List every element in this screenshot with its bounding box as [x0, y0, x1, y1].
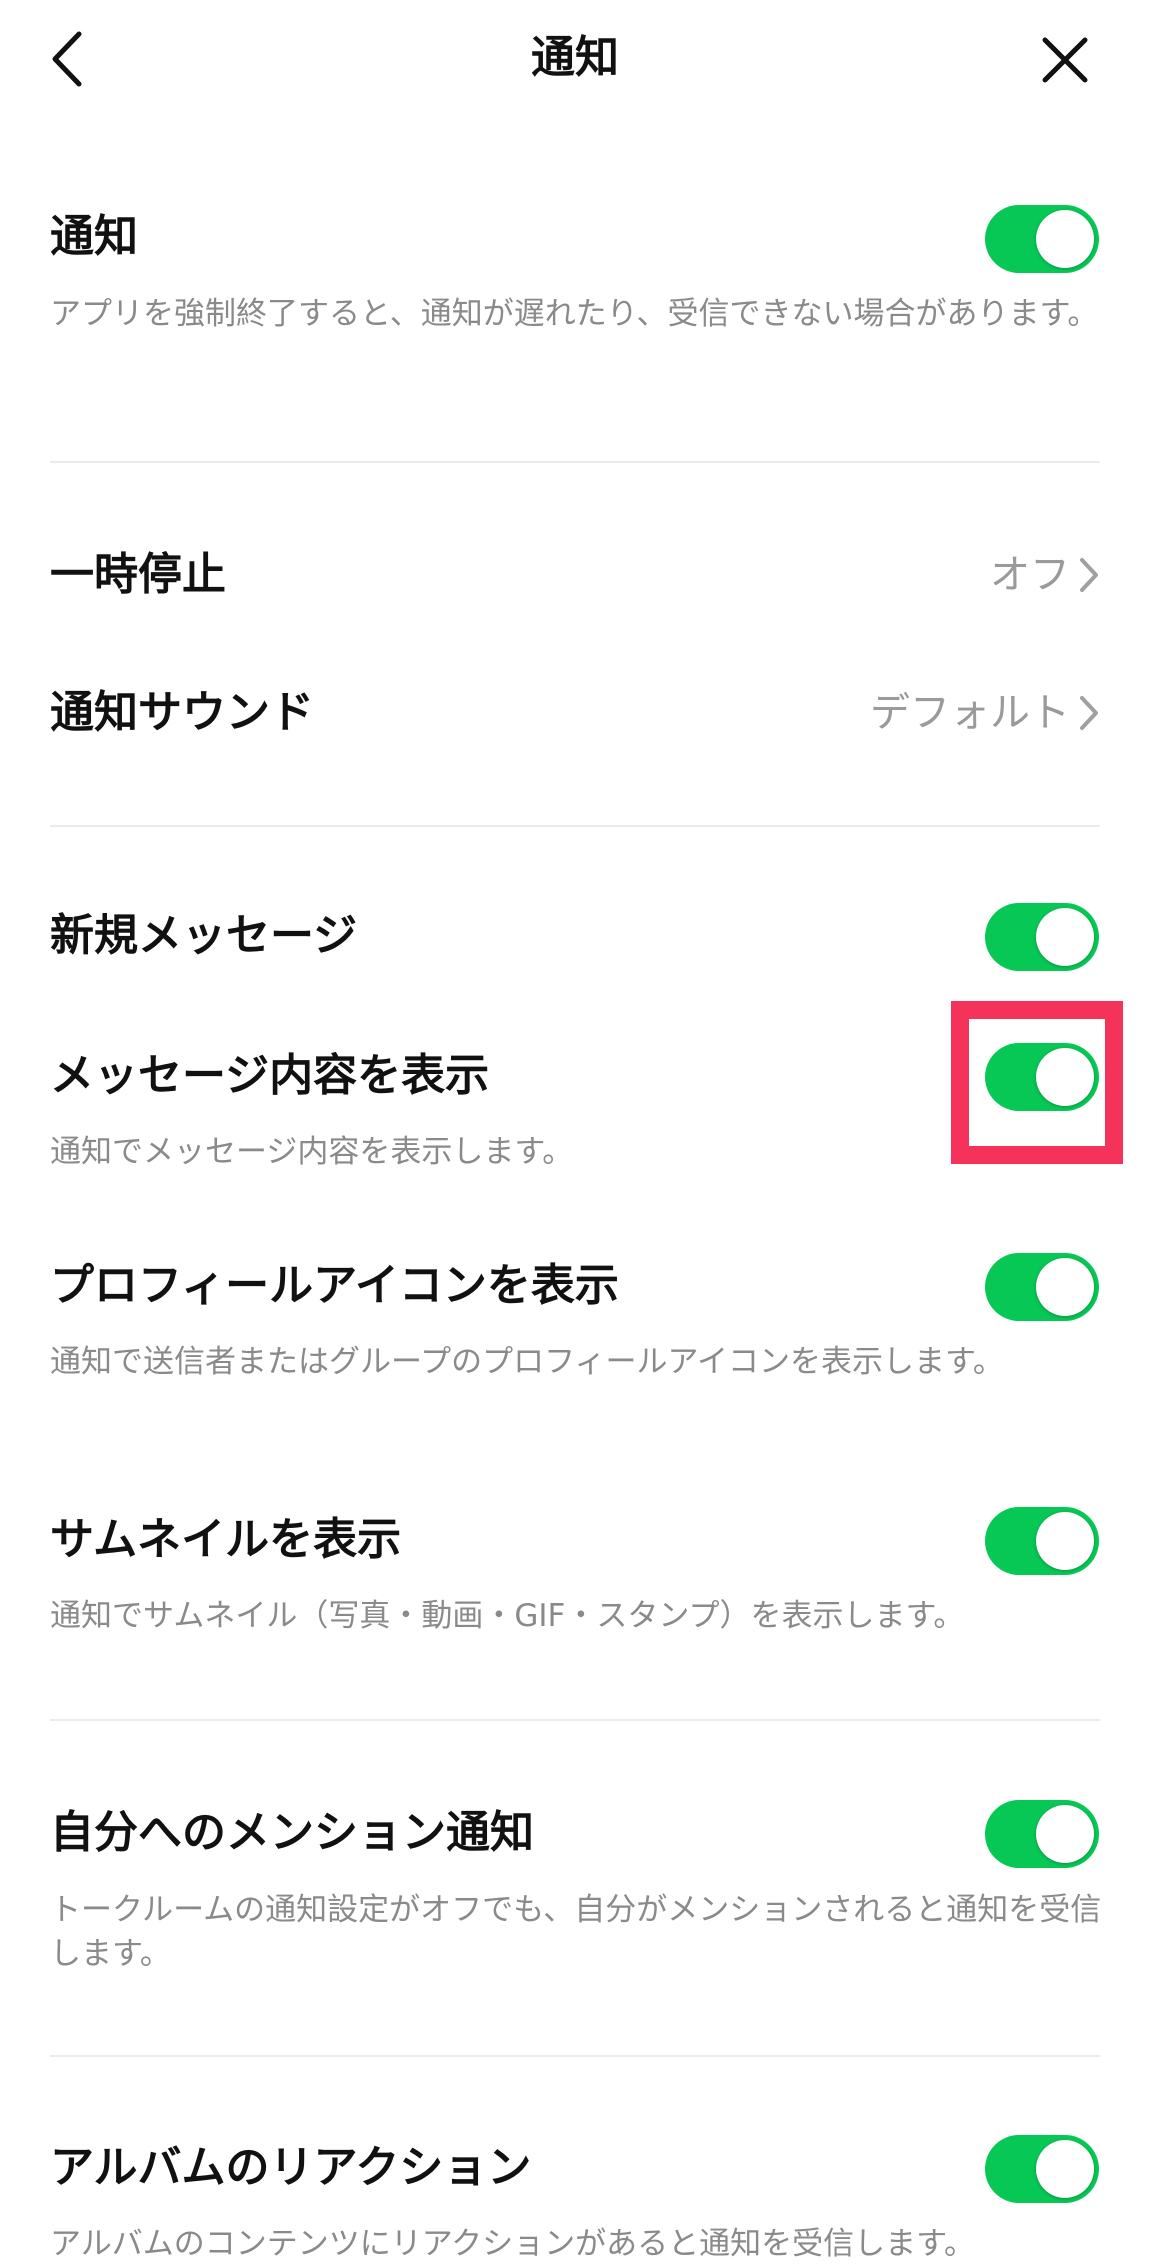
- sound-row[interactable]: 通知サウンド デフォルト: [0, 663, 1150, 763]
- show-content-description: 通知でメッセージ内容を表示します。: [50, 1134, 574, 1170]
- pause-value: オフ: [990, 552, 1070, 598]
- notification-description: アプリを強制終了すると、通知が遅れたり、受信できない場合があります。: [50, 296, 1099, 332]
- notification-toggle[interactable]: [985, 205, 1099, 273]
- toggle-knob: [1036, 1805, 1094, 1863]
- page-title: 通知: [531, 32, 619, 83]
- sound-value: デフォルト: [870, 690, 1070, 736]
- album-reaction-toggle[interactable]: [985, 2135, 1099, 2203]
- toggle-knob: [1036, 908, 1094, 966]
- new-message-title: 新規メッセージ: [50, 910, 358, 961]
- divider: [50, 2055, 1100, 2057]
- pause-row[interactable]: 一時停止 オフ: [0, 525, 1150, 625]
- show-content-toggle[interactable]: [985, 1043, 1099, 1111]
- close-button[interactable]: [1035, 30, 1095, 90]
- album-reaction-description: アルバムのコンテンツにリアクションがあると通知を受信します。: [50, 2226, 976, 2262]
- show-content-title: メッセージ内容を表示: [50, 1050, 490, 1101]
- divider: [50, 825, 1100, 827]
- toggle-knob: [1036, 2140, 1094, 2198]
- show-thumbnail-title: サムネイルを表示: [50, 1514, 402, 1565]
- mention-toggle[interactable]: [985, 1800, 1099, 1868]
- album-reaction-title: アルバムのリアクション: [50, 2142, 532, 2193]
- show-thumbnail-toggle[interactable]: [985, 1507, 1099, 1575]
- toggle-knob: [1036, 1512, 1094, 1570]
- chevron-right-icon: [1080, 696, 1098, 730]
- divider: [50, 461, 1100, 463]
- toggle-knob: [1036, 210, 1094, 268]
- sound-title: 通知サウンド: [50, 687, 314, 738]
- notification-title: 通知: [50, 211, 138, 262]
- new-message-toggle[interactable]: [985, 903, 1099, 971]
- mention-title: 自分へのメンション通知: [50, 1807, 534, 1858]
- pause-title: 一時停止: [50, 549, 226, 600]
- show-profile-icon-toggle[interactable]: [985, 1253, 1099, 1321]
- chevron-right-icon: [1080, 558, 1098, 592]
- show-profile-icon-title: プロフィールアイコンを表示: [50, 1260, 619, 1311]
- toggle-knob: [1036, 1048, 1094, 1106]
- show-profile-icon-description: 通知で送信者またはグループのプロフィールアイコンを表示します。: [50, 1344, 1004, 1380]
- mention-description: トークルームの通知設定がオフでも、自分がメンションされると通知を受信します。: [50, 1892, 1102, 1972]
- header-bar: 通知: [0, 0, 1150, 120]
- divider: [50, 1719, 1100, 1721]
- close-icon: [1042, 37, 1088, 83]
- toggle-knob: [1036, 1258, 1094, 1316]
- show-thumbnail-description: 通知でサムネイル（写真・動画・GIF・スタンプ）を表示します。: [50, 1598, 965, 1634]
